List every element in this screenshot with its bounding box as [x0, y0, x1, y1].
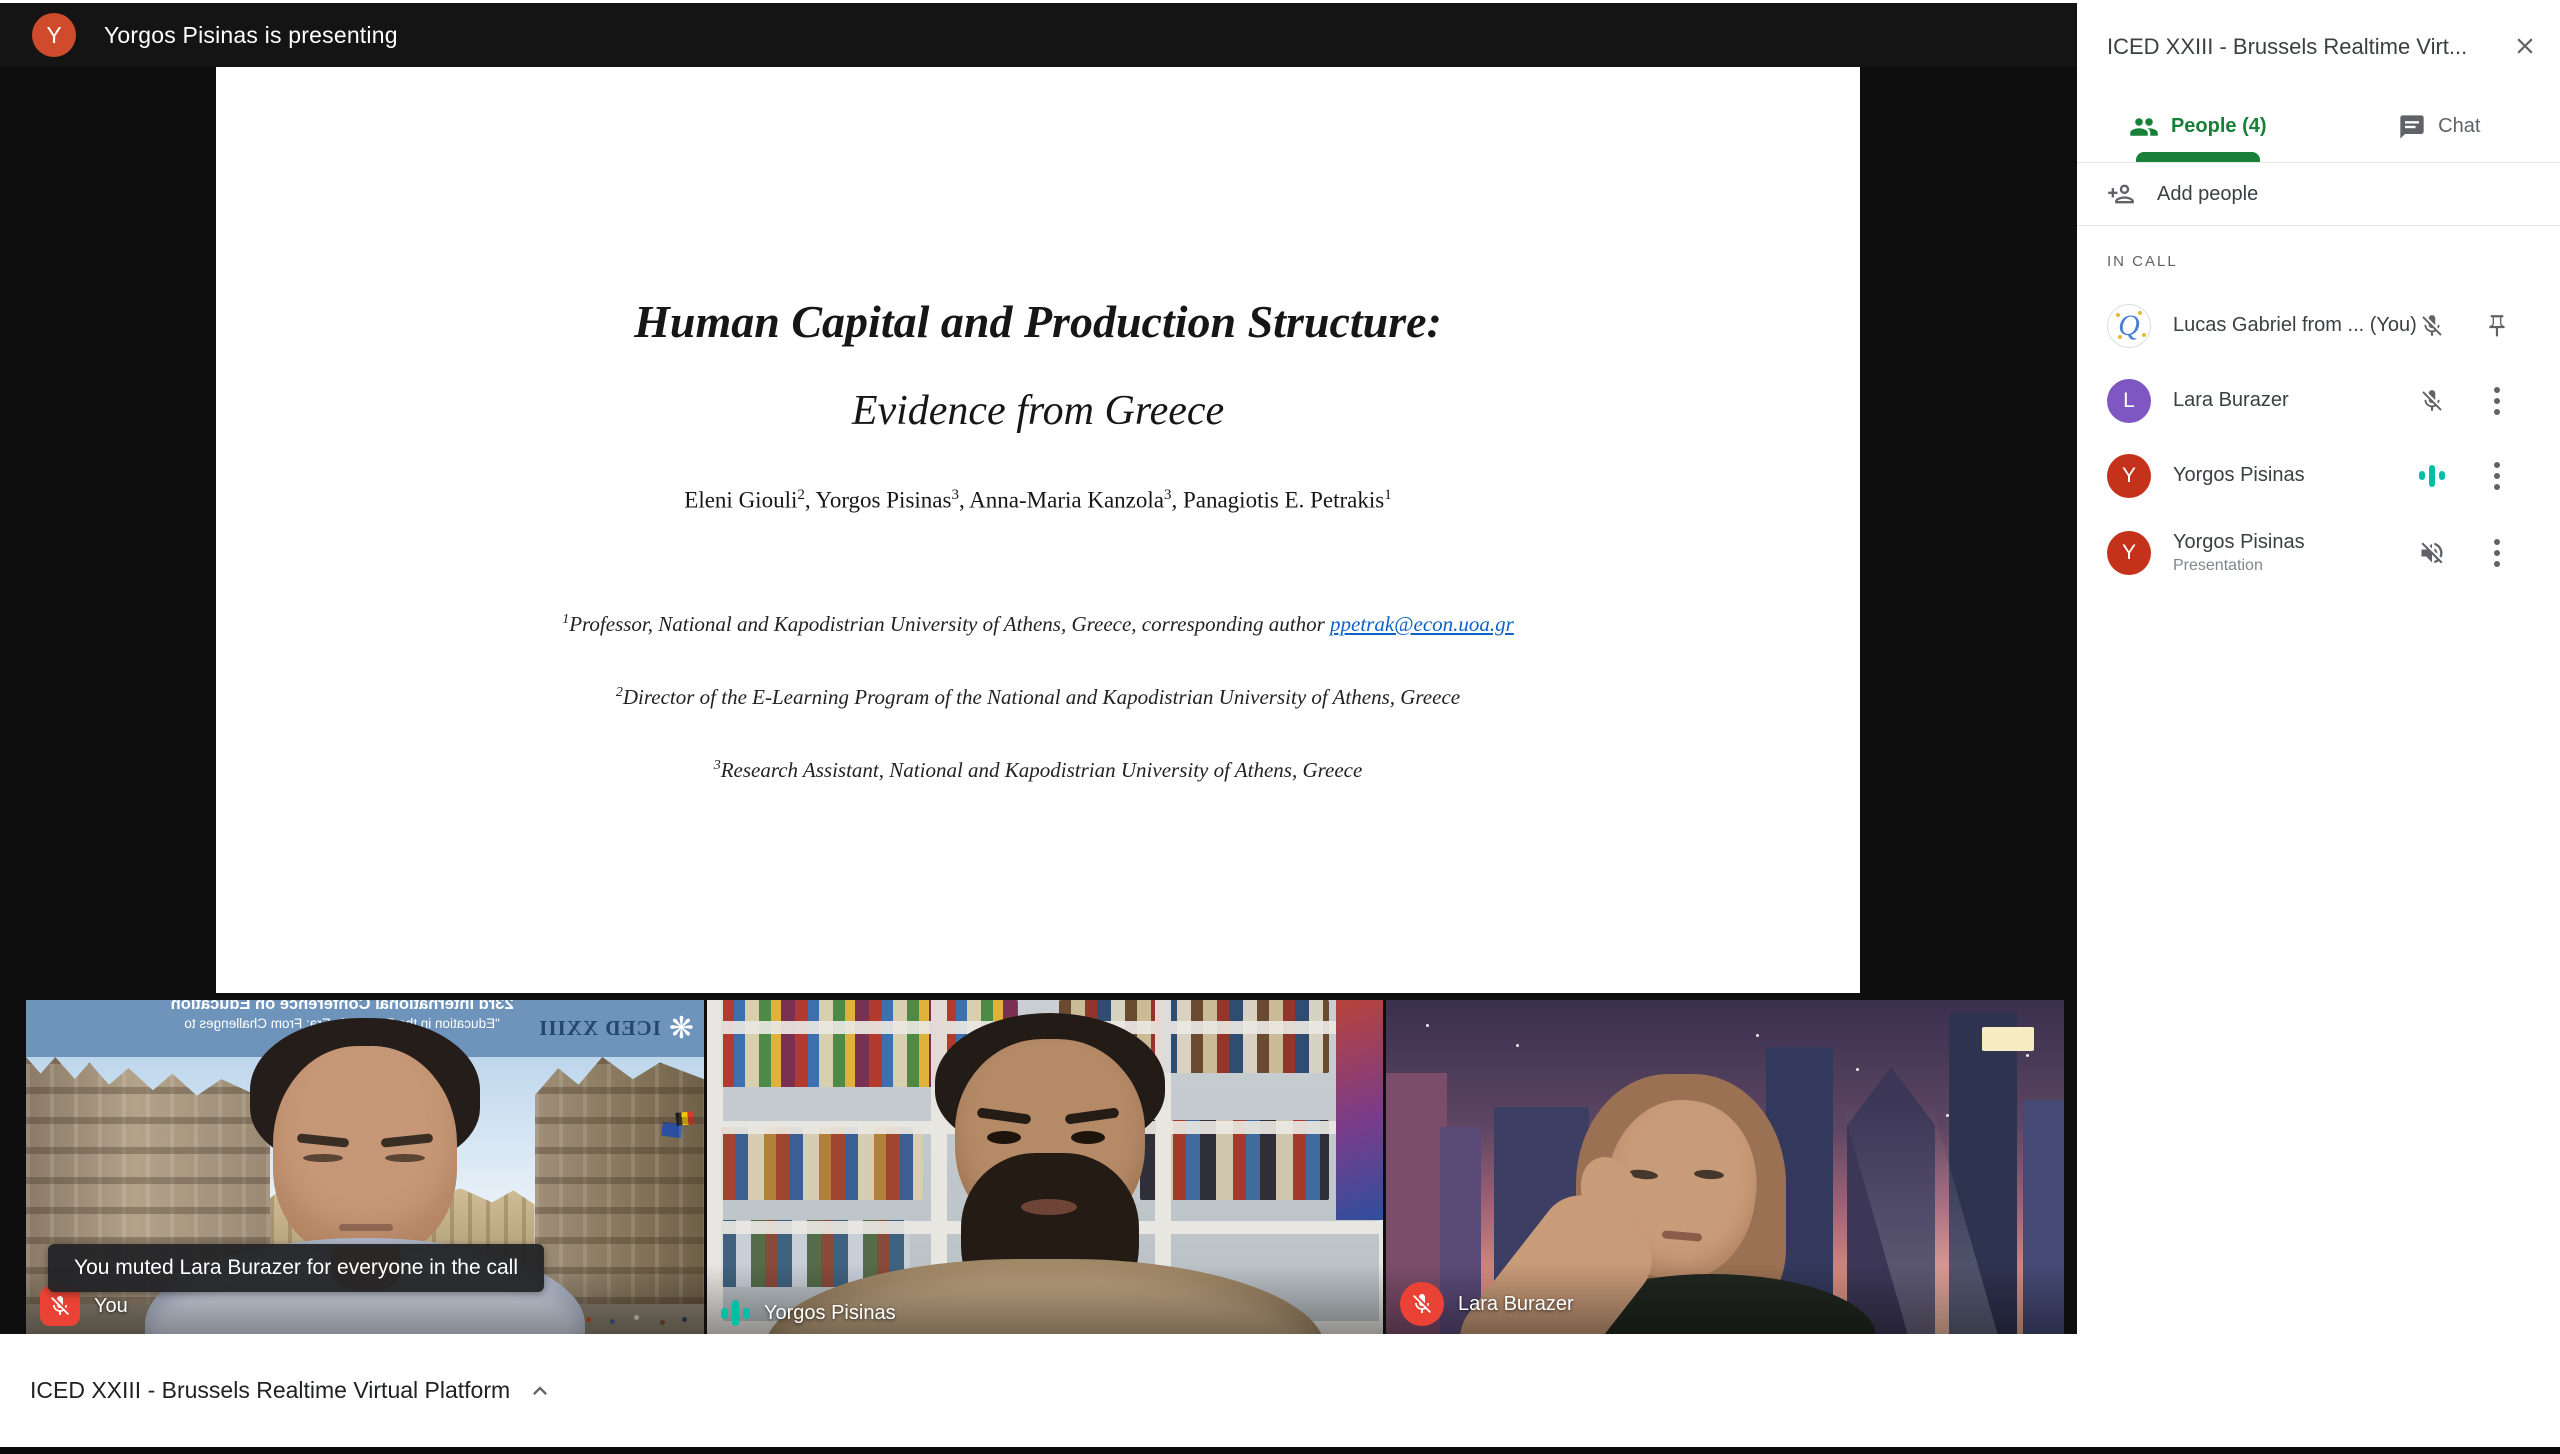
panel-tabs: People (4) Chat	[2077, 91, 2560, 162]
eu-flag	[661, 1122, 683, 1139]
avatar-yorgos-presentation: Y	[2107, 531, 2151, 575]
avatar-yorgos: Y	[2107, 454, 2151, 498]
more-vert-icon	[2494, 462, 2500, 490]
speaking-indicator-icon	[721, 1300, 750, 1326]
mic-off-icon	[48, 1294, 72, 1318]
tile-name-lara: Lara Burazer	[1458, 1293, 1574, 1316]
belgian-flag	[675, 1111, 694, 1126]
more-vert-icon	[2494, 387, 2500, 415]
wall-painting	[1336, 1000, 1383, 1220]
presenting-banner-text: Yorgos Pisinas is presenting	[104, 22, 398, 49]
speaking-indicator-icon	[2410, 465, 2454, 487]
slide-authors: Eleni Giouli2, Yorgos Pisinas3, Anna-Mar…	[216, 487, 1860, 514]
side-panel-header: ICED XXIII - Brussels Realtime Virt...	[2077, 3, 2560, 91]
slide-subtitle: Evidence from Greece	[216, 387, 1860, 435]
mic-muted-badge	[40, 1286, 80, 1326]
tile-label-yorgos: Yorgos Pisinas	[721, 1300, 896, 1326]
active-tab-indicator	[2136, 152, 2260, 162]
mute-toast: You muted Lara Burazer for everyone in t…	[48, 1244, 544, 1292]
participant-row-lucas[interactable]: Q Lucas Gabriel from ... (You)	[2077, 288, 2560, 363]
pin-participant-button[interactable]	[2475, 313, 2519, 339]
tile-name-yorgos: Yorgos Pisinas	[764, 1302, 896, 1325]
tab-chat-label: Chat	[2438, 115, 2480, 138]
participant-menu-button[interactable]	[2475, 462, 2519, 490]
avatar-lara: L	[2107, 379, 2151, 423]
participant-name: Yorgos Pisinas	[2173, 531, 2305, 554]
video-tile-lara[interactable]: Lara Burazer	[1386, 1000, 2064, 1334]
author-2: , Yorgos Pisinas	[805, 488, 952, 513]
participant-menu-button[interactable]	[2475, 539, 2519, 567]
chat-icon	[2398, 113, 2426, 141]
participant-subtitle: Presentation	[2173, 557, 2305, 575]
conference-banner-line1: 23rd International Conference on Educati…	[146, 1000, 538, 1014]
slide-title: Human Capital and Production Structure:	[216, 295, 1860, 348]
author-1: Eleni Giouli	[684, 488, 797, 513]
slide-footnote-3: 3Research Assistant, National and Kapodi…	[216, 758, 1860, 783]
slide-footnote-1: 1Professor, National and Kapodistrian Un…	[216, 612, 1860, 637]
participant-name: Lara Burazer	[2173, 389, 2289, 412]
participant-name: Yorgos Pisinas	[2173, 464, 2305, 487]
conference-logo-star-icon: ❋	[669, 1014, 694, 1044]
people-icon	[2129, 112, 2159, 142]
mic-off-icon	[1410, 1292, 1434, 1316]
bottom-edge	[0, 1447, 2560, 1454]
close-icon	[2512, 33, 2538, 59]
close-panel-button[interactable]	[2506, 27, 2544, 70]
add-people-button[interactable]: Add people	[2077, 163, 2560, 225]
participant-row-lara[interactable]: L Lara Burazer	[2077, 363, 2560, 438]
pin-icon	[2484, 313, 2510, 339]
video-tile-yorgos[interactable]: Yorgos Pisinas	[707, 1000, 1383, 1334]
participant-row-yorgos-presentation[interactable]: Y Yorgos Pisinas Presentation	[2077, 513, 2560, 593]
corresponding-author-email-link[interactable]: ppetrak@econ.uoa.gr	[1330, 612, 1514, 636]
tile-label-lara: Lara Burazer	[1400, 1282, 1574, 1326]
meeting-details-button[interactable]: ICED XXIII - Brussels Realtime Virtual P…	[30, 1334, 554, 1447]
side-panel-title: ICED XXIII - Brussels Realtime Virt...	[2107, 34, 2497, 60]
avatar-lucas: Q	[2107, 304, 2151, 348]
author-3: , Anna-Maria Kanzola	[959, 488, 1164, 513]
tile-name-you: You	[94, 1295, 128, 1318]
audio-off-icon	[2410, 539, 2454, 567]
meet-window: Y Yorgos Pisinas is presenting Human Cap…	[0, 0, 2560, 1454]
chevron-up-icon	[526, 1377, 554, 1405]
presenting-banner: Y Yorgos Pisinas is presenting	[0, 3, 2077, 67]
tab-people[interactable]: People (4)	[2077, 91, 2319, 162]
slide-footnote-2: 2Director of the E-Learning Program of t…	[216, 685, 1860, 710]
tile-label-you: You	[40, 1286, 128, 1326]
participant-row-yorgos[interactable]: Y Yorgos Pisinas	[2077, 438, 2560, 513]
presenter-avatar: Y	[32, 13, 76, 57]
more-vert-icon	[2494, 539, 2500, 567]
in-call-section-label: IN CALL	[2107, 253, 2178, 270]
mic-off-icon	[2410, 313, 2454, 339]
participant-name: Lucas Gabriel from ... (You)	[2173, 314, 2417, 337]
presented-slide: Human Capital and Production Structure: …	[216, 67, 1860, 993]
mic-muted-badge	[1400, 1282, 1444, 1326]
meeting-title: ICED XXIII - Brussels Realtime Virtual P…	[30, 1377, 510, 1404]
mic-off-icon	[2410, 388, 2454, 414]
side-panel: ICED XXIII - Brussels Realtime Virt... P…	[2077, 3, 2560, 1334]
tab-people-label: People (4)	[2171, 115, 2267, 138]
tab-chat[interactable]: Chat	[2319, 91, 2560, 162]
participant-menu-button[interactable]	[2475, 387, 2519, 415]
person-add-icon	[2107, 180, 2135, 208]
add-people-label: Add people	[2157, 183, 2258, 206]
author-4: , Panagiotis E. Petrakis	[1171, 488, 1384, 513]
bottom-bar: ICED XXIII - Brussels Realtime Virtual P…	[0, 1334, 2560, 1447]
